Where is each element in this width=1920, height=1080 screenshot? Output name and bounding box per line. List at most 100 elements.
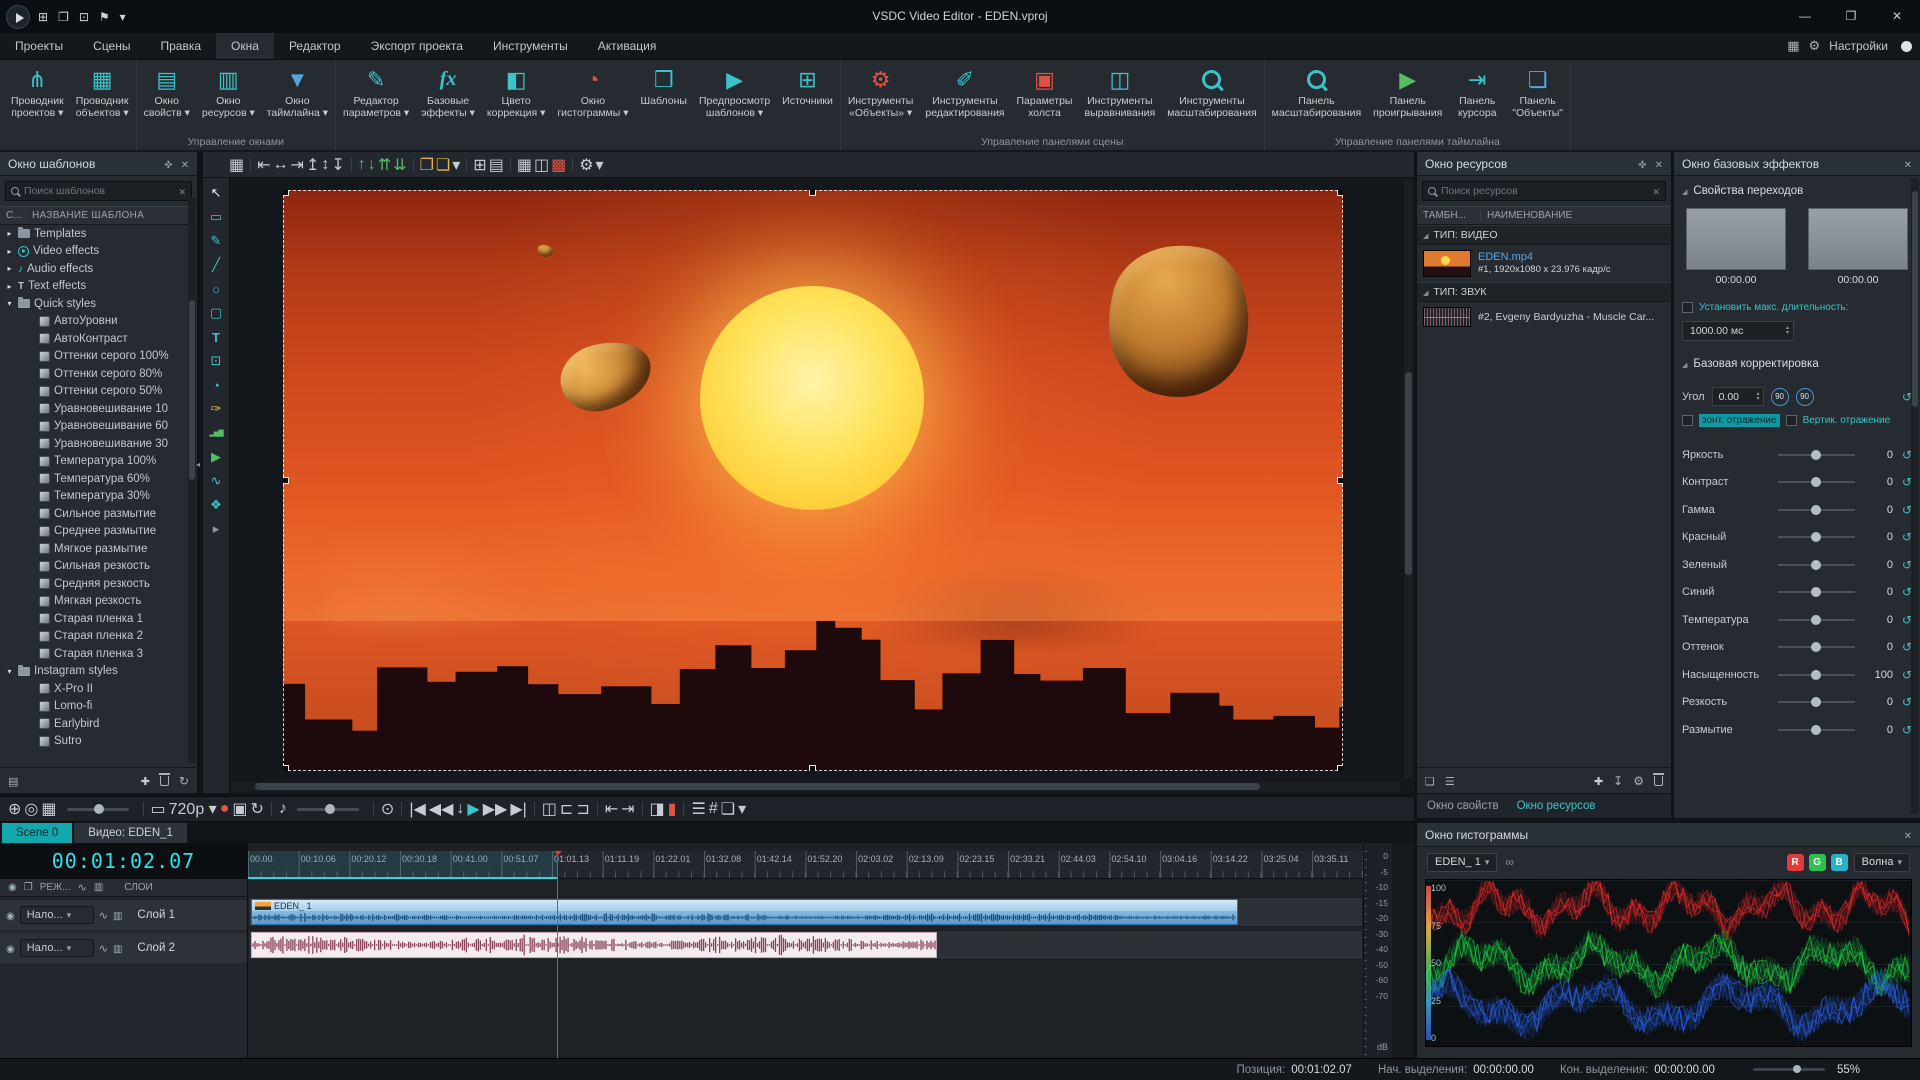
rotate-ccw-90-button[interactable]: 90 (1771, 388, 1789, 406)
flip-horizontal-checkbox[interactable] (1682, 415, 1693, 426)
objects-tools-button[interactable]: ⚙ Инструменты «Объекты» ▾ (842, 60, 919, 135)
layer-visibility-toggle[interactable] (6, 939, 15, 957)
view-mode-icon[interactable] (8, 772, 18, 790)
card-view-icon[interactable] (1425, 772, 1435, 790)
link-icon[interactable] (1505, 853, 1514, 871)
spinner-icon[interactable] (1786, 326, 1789, 336)
pan-tool[interactable]: ▭ (206, 207, 227, 227)
layer-row[interactable]: Нало... Слой 1 (0, 900, 247, 930)
templates-scrollbar[interactable] (188, 198, 196, 763)
forward-icon[interactable]: ▶▶ (483, 799, 508, 819)
video-section-header[interactable]: ТИП: ВИДЕО (1417, 225, 1671, 245)
copy-icon[interactable]: ❐ (58, 10, 69, 24)
template-tree-item[interactable]: Sutro (0, 733, 197, 751)
video-track[interactable]: EDEN_ 1 (248, 897, 1363, 927)
transition-out-thumbnail[interactable] (1808, 208, 1908, 270)
import-resource-button[interactable] (1613, 772, 1623, 790)
template-tree-item[interactable]: Оттенки серого 100% (0, 348, 197, 366)
template-tree-item[interactable]: АвтоУровни (0, 313, 197, 331)
send-back-icon[interactable]: ⇊ (393, 155, 406, 175)
project-explorer-button[interactable]: ⋔ Проводник проектов ▾ (5, 60, 70, 135)
template-tree-item[interactable]: Уравновешивание 10 (0, 400, 197, 418)
audio-track[interactable] (248, 930, 1363, 960)
selection-handle[interactable] (283, 765, 289, 771)
sprite-tool[interactable]: ❖ (206, 495, 227, 515)
slider[interactable] (1778, 701, 1855, 703)
selection-handle[interactable] (283, 477, 289, 484)
slider[interactable] (1778, 509, 1855, 511)
close-panel-icon[interactable] (1904, 157, 1912, 171)
playhead[interactable] (557, 851, 558, 1058)
pin-icon[interactable] (164, 157, 172, 171)
selection-handle[interactable] (1337, 477, 1343, 484)
canvas-params-button[interactable]: ▣ Параметры холста (1011, 60, 1079, 135)
template-tree-item[interactable]: X-Pro II (0, 680, 197, 698)
rect-tool[interactable]: ▢ (206, 303, 227, 323)
quick-menu-caret-icon[interactable]: ▾ (120, 10, 126, 24)
template-tree-item[interactable]: ▾ Quick styles (0, 295, 197, 313)
canvas-horizontal-scrollbar[interactable] (232, 782, 1400, 791)
layer-wave-icon[interactable] (99, 939, 108, 957)
slider[interactable] (1778, 454, 1855, 456)
close-button[interactable]: ✕ (1874, 0, 1920, 33)
audio-object-tool[interactable]: ∿ (206, 471, 227, 491)
align-center-icon[interactable]: ↔ (273, 156, 289, 174)
template-tree-item[interactable]: Среднее размытие (0, 523, 197, 541)
video-tab[interactable]: Видео: EDEN_1 (74, 823, 187, 843)
template-tree-item[interactable]: ▾ Instagram styles (0, 663, 197, 681)
resources-search-input[interactable] (1441, 185, 1647, 197)
template-tree-item[interactable]: АвтоКонтраст (0, 330, 197, 348)
delete-resource-button[interactable] (1654, 776, 1663, 786)
slider[interactable] (1778, 646, 1855, 648)
duration-input[interactable]: 1000.00 мс (1682, 321, 1794, 341)
templates-button[interactable]: ❒ Шаблоны (635, 60, 693, 135)
selection-handle[interactable] (809, 765, 816, 771)
split-icon[interactable]: ◫ (542, 799, 557, 819)
flip-vertical-checkbox[interactable] (1786, 415, 1797, 426)
templates-preview-button[interactable]: ▶ Предпросмотр шаблонов ▾ (693, 60, 776, 135)
minimize-button[interactable]: — (1782, 0, 1828, 33)
template-tree-item[interactable]: Температура 30% (0, 488, 197, 506)
template-tree-item[interactable]: Lomo-fi (0, 698, 197, 716)
template-tree-item[interactable]: Уравновешивание 60 (0, 418, 197, 436)
selection-handle[interactable] (809, 190, 816, 196)
slider[interactable] (1778, 591, 1855, 593)
transparency-grid-icon[interactable]: ▦ (229, 155, 244, 175)
snap-icon[interactable]: # (709, 800, 718, 818)
template-tree-item[interactable]: Уравновешивание 30 (0, 435, 197, 453)
rewind-icon[interactable]: ◀◀ (429, 799, 454, 819)
slider[interactable] (1778, 481, 1855, 483)
audio-resource-item[interactable]: #2, Evgeny Bardyuzha - Muscle Car... (1417, 302, 1671, 332)
menu-item[interactable]: Проекты (0, 33, 78, 59)
sources-button[interactable]: ⊞ Источники (776, 60, 839, 135)
template-tree-item[interactable]: Средняя резкость (0, 575, 197, 593)
template-tree-item[interactable]: Температура 60% (0, 470, 197, 488)
maximize-button[interactable]: ❐ (1828, 0, 1874, 33)
ellipse-tool[interactable]: ○ (206, 279, 227, 299)
workspace-layout-icon[interactable]: ▦ (1787, 38, 1799, 54)
film-icon[interactable]: ▦ (41, 799, 56, 819)
counter-tool[interactable]: ◔ (206, 375, 227, 395)
zoom-panel-button[interactable]: Панель масштабирования (1266, 60, 1367, 135)
close-panel-icon[interactable] (1655, 157, 1663, 171)
prev-marker-icon[interactable]: ⇤ (605, 799, 618, 819)
settings-gear-icon[interactable] (1809, 37, 1821, 55)
green-channel-button[interactable]: G (1809, 854, 1826, 871)
grid-icon[interactable]: ▦ (517, 155, 532, 175)
text-tool[interactable]: T (206, 327, 227, 347)
trim-end-icon[interactable]: ⊐ (576, 799, 589, 819)
layer-blend-select[interactable]: Нало... (20, 906, 94, 924)
add-template-button[interactable] (141, 772, 150, 790)
rotate-cw-90-button[interactable]: 90 (1796, 388, 1814, 406)
zoom-in-icon[interactable]: ⊕ (8, 799, 21, 819)
zoom-selection-icon[interactable]: ◎ (24, 799, 38, 819)
object-explorer-button[interactable]: ▦ Проводник объектов ▾ (70, 60, 135, 135)
timeline-zoom-slider[interactable] (1753, 1068, 1825, 1071)
menu-item[interactable]: Сцены (78, 33, 145, 59)
select-tool[interactable]: ↖ (206, 183, 227, 203)
go-end-icon[interactable]: ▶| (510, 799, 526, 819)
save-icon[interactable]: ⊡ (79, 10, 89, 24)
record-icon[interactable]: ● (220, 800, 230, 818)
menu-item[interactable]: Редактор (274, 33, 356, 59)
line-tool[interactable]: ╱ (206, 255, 227, 275)
